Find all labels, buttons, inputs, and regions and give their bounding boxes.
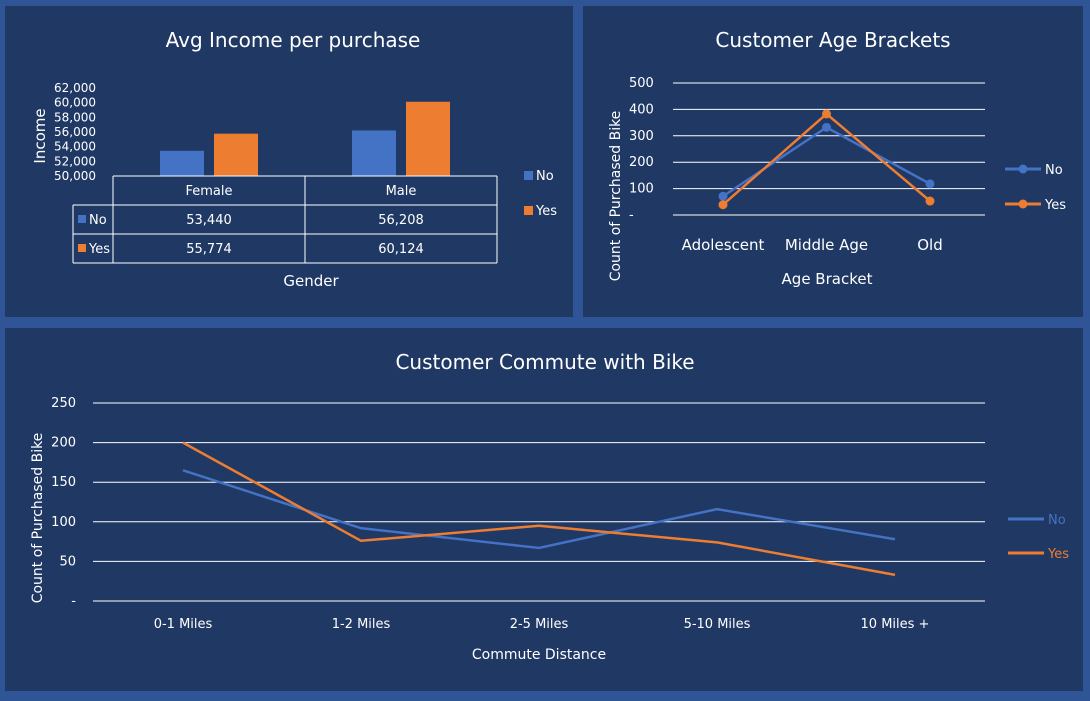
y-axis-label: Income [31, 108, 49, 163]
y-axis-label: Count of Purchased Bike [608, 111, 624, 282]
y-tick-label: 100 [51, 515, 76, 530]
table-cell: 55,774 [186, 242, 232, 257]
legend-marker-yes [1018, 199, 1028, 209]
y-tick-label: 62,000 [54, 81, 96, 95]
y-tick-label: 150 [51, 475, 76, 490]
age-chart-panel: Customer Age Brackets - 100 200 300 400 500 A… [583, 6, 1083, 317]
age-chart: Customer Age Brackets - 100 200 300 400 500 A… [608, 28, 1066, 288]
data-point-yes [718, 200, 728, 210]
x-axis-label: Commute Distance [472, 647, 606, 663]
y-axis-label: Count of Purchased Bike [30, 433, 46, 604]
table-header-female: Female [185, 184, 232, 199]
bar-yes-female [214, 133, 258, 176]
chart-title: Avg Income per purchase [166, 28, 421, 52]
x-tick-label: Old [917, 236, 943, 254]
y-tick-label: 50 [59, 554, 76, 569]
income-chart: Avg Income per purchase 50,00052,00054,0… [31, 28, 557, 290]
y-tick-label: 200 [629, 155, 654, 170]
commute-chart: Customer Commute with Bike - 50 100 150 200 2… [30, 350, 1069, 663]
legend-marker-yes [524, 206, 533, 215]
y-tick-label: - [71, 594, 76, 609]
y-tick-label: 52,000 [54, 154, 96, 168]
table-cell: 56,208 [378, 213, 424, 228]
data-point-yes [822, 109, 831, 119]
y-tick-label: 400 [629, 102, 654, 117]
legend-label-yes: Yes [1047, 547, 1069, 562]
x-tick-label: 5-10 Miles [684, 617, 751, 632]
table-header-male: Male [386, 184, 417, 199]
y-tick-label: 100 [629, 182, 654, 197]
x-tick-label: 10 Miles + [861, 617, 930, 632]
legend-label-no: No [1048, 513, 1066, 528]
y-tick-label: 200 [51, 436, 76, 451]
table-row-label: No [89, 213, 107, 228]
chart-title: Customer Age Brackets [715, 28, 950, 52]
x-tick-label: 1-2 Miles [332, 617, 391, 632]
x-axis-label: Gender [283, 272, 339, 290]
legend-label-no: No [1045, 163, 1063, 178]
bar-no-female [160, 150, 204, 176]
table-legend-key [78, 215, 86, 223]
chart-title: Customer Commute with Bike [395, 350, 694, 374]
commute-chart-panel: Customer Commute with Bike - 50 100 150 200 2… [5, 328, 1083, 691]
bar-yes-male [406, 101, 450, 176]
legend-marker-no [1018, 164, 1028, 174]
table-cell: 60,124 [378, 242, 424, 257]
y-tick-label: 60,000 [54, 96, 96, 110]
table-cell: 53,440 [186, 213, 232, 228]
y-tick-label: 54,000 [54, 140, 96, 154]
data-point-no [925, 179, 935, 189]
legend-label-yes: Yes [1044, 198, 1066, 213]
legend-marker-no [524, 171, 533, 180]
x-tick-label: 0-1 Miles [154, 617, 213, 632]
y-tick-label: 300 [629, 129, 654, 144]
data-point-no [718, 191, 728, 201]
x-tick-label: 2-5 Miles [510, 617, 569, 632]
income-chart-panel: Avg Income per purchase 50,000 52,000 54,0… [5, 6, 573, 317]
x-axis-label: Age Bracket [782, 270, 873, 288]
y-tick-label: 56,000 [54, 125, 96, 139]
x-tick-label: Middle Age [785, 236, 868, 254]
bar-no-male [352, 130, 396, 176]
y-tick-label: - [629, 208, 634, 223]
data-point-yes [925, 196, 935, 206]
y-tick-label: 58,000 [54, 110, 96, 124]
table-row-label: Yes [88, 242, 110, 257]
series-line-yes [182, 441, 896, 577]
data-point-no [822, 122, 831, 132]
y-tick-label: 250 [51, 396, 76, 411]
y-tick-label: 50,000 [54, 169, 96, 183]
y-tick-label: 500 [629, 76, 654, 91]
x-tick-label: Adolescent [682, 236, 765, 254]
table-legend-key [78, 244, 86, 252]
legend-label-yes: Yes [535, 204, 557, 219]
legend-label-no: No [536, 169, 554, 184]
